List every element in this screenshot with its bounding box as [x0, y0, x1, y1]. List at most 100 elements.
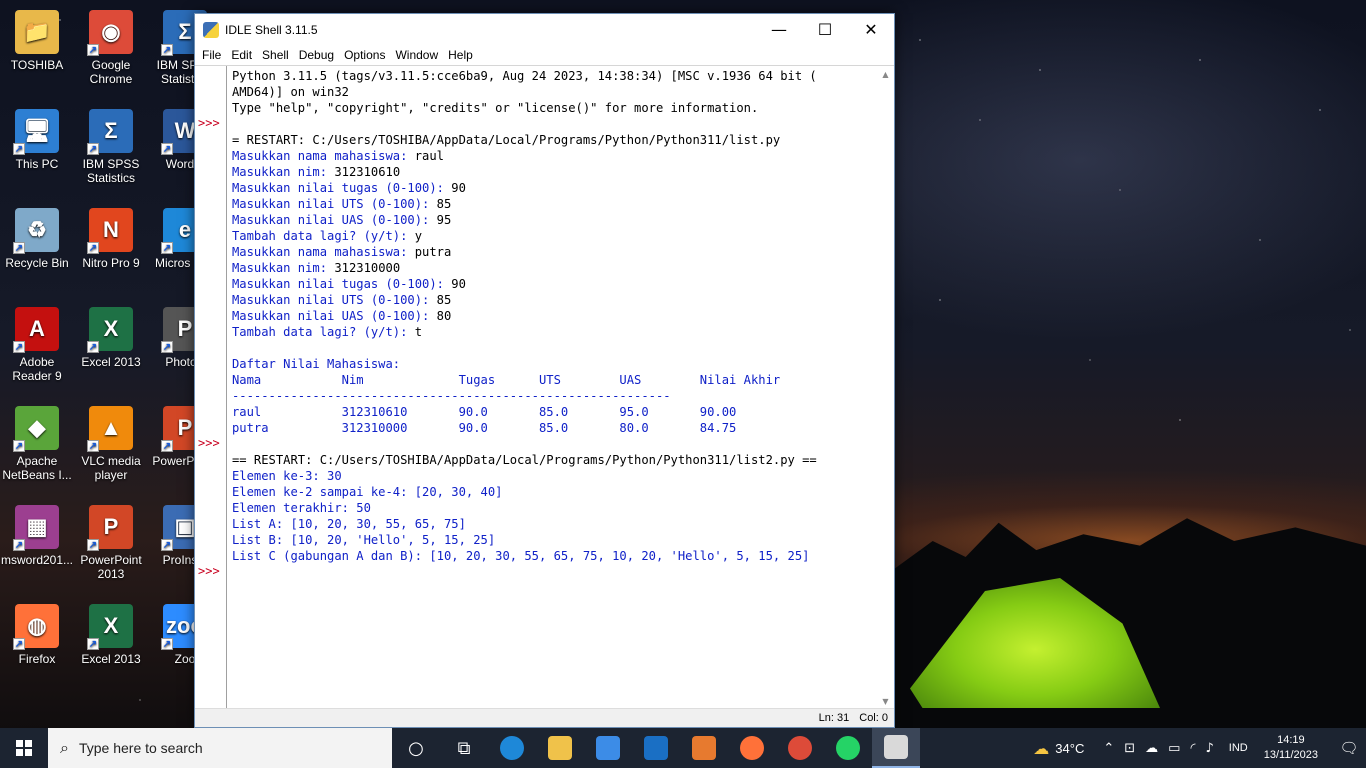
title-bar[interactable]: IDLE Shell 3.11.5 — ☐ ✕ — [195, 14, 894, 45]
desktop-icon-label: Apache NetBeans I... — [2, 454, 72, 482]
wifi-icon[interactable]: ◜ — [1190, 741, 1195, 756]
desktop-icon[interactable]: A ↗ Adobe Reader 9 — [0, 307, 74, 383]
shell-line: Masukkan nim: 312310000 — [232, 260, 877, 276]
task-view-icon[interactable]: ⧉ — [440, 728, 488, 768]
maximize-button[interactable]: ☐ — [802, 14, 848, 45]
menu-window[interactable]: Window — [390, 48, 443, 62]
shell-line: Elemen ke-3: 30 — [232, 468, 877, 484]
shell-line-text: Masukkan nim: — [232, 165, 335, 179]
user-input: 85 — [436, 293, 452, 307]
idle-shell-window[interactable]: IDLE Shell 3.11.5 — ☐ ✕ File Edit Shell Deb… — [194, 13, 895, 728]
desktop-icon[interactable]: Σ ↗ IBM SPSS Statistics — [74, 109, 148, 185]
app-icon: ▦ ↗ — [13, 505, 59, 551]
mail-icon[interactable] — [632, 728, 680, 768]
menu-options[interactable]: Options — [339, 48, 390, 62]
python-idle-icon[interactable] — [872, 728, 920, 768]
shell-line: Tambah data lagi? (y/t): y — [232, 228, 877, 244]
shortcut-arrow-icon: ↗ — [87, 539, 99, 551]
shell-line: Masukkan nilai tugas (0-100): 90 — [232, 276, 877, 292]
shortcut-arrow-icon: ↗ — [87, 44, 99, 56]
shortcut-arrow-icon: ↗ — [87, 341, 99, 353]
desktop-icon[interactable]: ◉ ↗ Google Chrome — [74, 10, 148, 86]
shell-line-text: Masukkan nilai tugas (0-100): — [232, 181, 452, 195]
shell-line-text: Masukkan nama mahasiswa: — [232, 149, 415, 163]
prompt-gutter: >>> >>> >>> — [195, 66, 227, 710]
onedrive-icon[interactable]: ☁ — [1145, 741, 1158, 756]
desktop-icon[interactable]: N ↗ Nitro Pro 9 — [74, 208, 148, 270]
shell-line-text: Nama Nim Tugas UTS UAS Nilai Akhir — [232, 373, 781, 387]
desktop-icon[interactable]: ▦ ↗ msword201... — [0, 505, 74, 567]
meet-now-icon[interactable]: ⊡ — [1124, 741, 1135, 756]
store-icon[interactable] — [584, 728, 632, 768]
menu-shell[interactable]: Shell — [257, 48, 294, 62]
shortcut-arrow-icon: ↗ — [161, 539, 173, 551]
app-icon: N ↗ — [87, 208, 133, 254]
clock[interactable]: 14:19 13/11/2023 — [1264, 733, 1318, 763]
shell-line: Masukkan nilai UTS (0-100): 85 — [232, 196, 877, 212]
scroll-up-icon[interactable]: ▲ — [877, 66, 894, 83]
shell-editor[interactable]: >>> >>> >>> Python 3.11.5 (tags/v3.11.5:cc… — [195, 65, 894, 710]
desktop-icon[interactable]: P ↗ PowerPoint 2013 — [74, 505, 148, 581]
notification-icon[interactable]: 🗨 — [1332, 739, 1366, 757]
taskbar-search[interactable]: ⌕ Type here to search — [48, 728, 392, 768]
edge-icon[interactable] — [488, 728, 536, 768]
app-icon: Σ ↗ — [87, 109, 133, 155]
shell-line-text: Type "help", "copyright", "credits" or "… — [232, 101, 759, 115]
user-input: 90 — [451, 277, 466, 291]
shell-line-text: Elemen ke-3: 30 — [232, 469, 342, 483]
menu-help[interactable]: Help — [443, 48, 478, 62]
desktop-icon[interactable]: X ↗ Excel 2013 — [74, 604, 148, 666]
vertical-scrollbar[interactable]: ▲ ▼ — [877, 66, 894, 710]
menu-debug[interactable]: Debug — [294, 48, 339, 62]
chrome-icon[interactable] — [776, 728, 824, 768]
desktop-icon[interactable]: X ↗ Excel 2013 — [74, 307, 148, 369]
shell-text-area[interactable]: Python 3.11.5 (tags/v3.11.5:cce6ba9, Aug… — [232, 68, 877, 708]
shell-line-text: Elemen ke-2 sampai ke-4: [20, 30, 40] — [232, 485, 503, 499]
menu-file[interactable]: File — [197, 48, 226, 62]
user-input: 80 — [436, 309, 452, 323]
desktop-icon[interactable]: ◆ ↗ Apache NetBeans I... — [0, 406, 74, 482]
minimize-button[interactable]: — — [756, 14, 802, 45]
close-button[interactable]: ✕ — [848, 14, 894, 45]
shell-line: Masukkan nilai tugas (0-100): 90 — [232, 180, 877, 196]
file-explorer-icon[interactable] — [536, 728, 584, 768]
menu-edit[interactable]: Edit — [226, 48, 257, 62]
firefox-icon[interactable] — [728, 728, 776, 768]
start-button[interactable] — [0, 728, 48, 768]
taskbar-apps: ○ ⧉ — [392, 728, 920, 768]
search-placeholder: Type here to search — [78, 740, 203, 756]
shell-line-text: Masukkan nilai UTS (0-100): — [232, 293, 437, 307]
desktop-icon[interactable]: 🖥 ↗ This PC — [0, 109, 74, 171]
language-indicator[interactable]: IND — [1229, 742, 1248, 754]
shell-line-text: Masukkan nama mahasiswa: — [232, 245, 415, 259]
weather-widget[interactable]: ☁ 34°C — [1033, 739, 1084, 758]
user-input: 312310610 — [334, 165, 401, 179]
whatsapp-icon[interactable] — [824, 728, 872, 768]
shell-line: List C (gabungan A dan B): [10, 20, 30, … — [232, 548, 877, 564]
media-player-icon[interactable] — [680, 728, 728, 768]
shortcut-arrow-icon: ↗ — [87, 440, 99, 452]
chevron-up-icon[interactable]: ⌃ — [1103, 741, 1114, 756]
cortana-icon[interactable]: ○ — [392, 728, 440, 768]
desktop-icon[interactable]: ◍ ↗ Firefox — [0, 604, 74, 666]
shortcut-arrow-icon: ↗ — [13, 539, 25, 551]
volume-icon[interactable]: ♪ — [1206, 741, 1214, 756]
chrome-glyph — [788, 736, 812, 760]
shortcut-arrow-icon: ↗ — [13, 638, 25, 650]
desktop-icon[interactable]: 📁 TOSHIBA — [0, 10, 74, 72]
user-input: 85 — [436, 197, 452, 211]
file-explorer-glyph — [548, 736, 572, 760]
desktop-icon-label: This PC — [15, 157, 59, 171]
desktop-icon[interactable]: ♻ ↗ Recycle Bin — [0, 208, 74, 270]
battery-icon[interactable]: ▭ — [1168, 741, 1180, 756]
shell-line: Masukkan nama mahasiswa: raul — [232, 148, 877, 164]
taskbar: ⌕ Type here to search ○ ⧉ ☁ 34°C ⌃ ⊡ ☁ ▭ … — [0, 728, 1366, 768]
app-icon: ◉ ↗ — [87, 10, 133, 56]
shell-line: Elemen ke-2 sampai ke-4: [20, 30, 40] — [232, 484, 877, 500]
column-number: Col: 0 — [859, 712, 888, 724]
python-icon — [203, 21, 219, 38]
desktop-icon-label: msword201... — [0, 553, 74, 567]
desktop-icon[interactable]: ▲ ↗ VLC media player — [74, 406, 148, 482]
